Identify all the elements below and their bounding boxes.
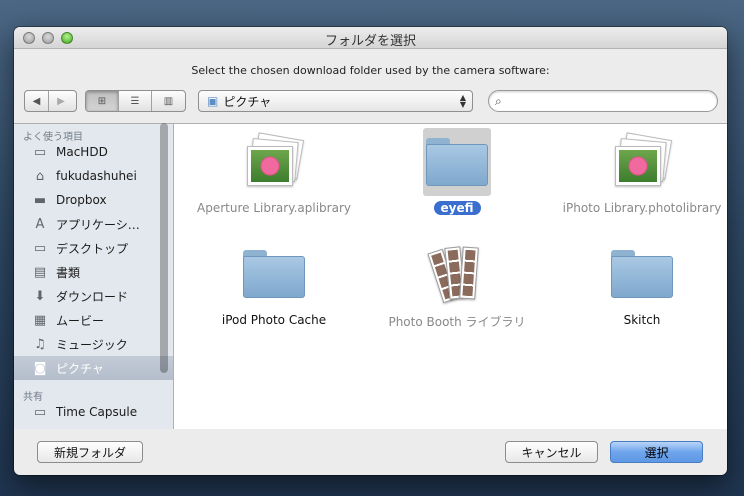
search-input[interactable] [505, 94, 717, 108]
documents-icon: ▤ [33, 264, 47, 280]
dialog-prompt: Select the chosen download folder used b… [191, 64, 550, 77]
sidebar-item[interactable]: ▬ Dropbox [14, 188, 173, 212]
view-mode-control: ⊞ ☰ ▥ [85, 90, 186, 112]
folder-icon: ▬ [33, 192, 47, 208]
folder-icon [240, 240, 308, 308]
camera-icon: ◙ [33, 360, 47, 376]
sidebar-section-header: よく使う項目 [23, 132, 83, 143]
sidebar-item[interactable]: ◙ ピクチャ [14, 356, 173, 380]
columns-icon: ▥ [163, 95, 174, 107]
sidebar-item-label: ダウンロード [56, 289, 129, 304]
music-icon: ♫ [34, 336, 46, 352]
forward-arrow-icon: ▶ [57, 95, 65, 107]
file-item[interactable]: iPod Photo Cache [189, 240, 359, 328]
sidebar-section-header: 共有 [23, 392, 43, 403]
cancel-button[interactable]: キャンセル [505, 441, 598, 463]
sidebar-item-label: ムービー [56, 313, 105, 328]
sidebar-item-label: MacHDD [56, 145, 108, 159]
location-label: ピクチャ [223, 94, 272, 109]
file-name: Photo Booth ライブラリ [388, 315, 526, 329]
file-item[interactable]: Aperture Library.aplibrary [189, 128, 359, 216]
list-view-button[interactable]: ☰ [119, 91, 152, 111]
photo-library-icon [240, 128, 308, 196]
sidebar-item[interactable]: ▭ デスクトップ [14, 236, 173, 260]
folder-icon: ▣ [207, 94, 219, 108]
photo-booth-icon [423, 240, 491, 308]
back-arrow-icon: ◀ [32, 95, 41, 107]
icon-view-button[interactable]: ⊞ [86, 91, 119, 111]
back-button[interactable]: ◀ [25, 91, 49, 111]
sidebar-item-label: 書類 [56, 265, 81, 280]
window-title: フォルダを選択 [324, 34, 416, 49]
search-icon: ⌕ [495, 93, 502, 108]
sidebar-item-label: Dropbox [56, 193, 107, 207]
grid-icon: ⊞ [97, 95, 107, 107]
sidebar-item[interactable]: ⌂ fukudashuhei [14, 164, 173, 188]
sidebar-item[interactable]: A アプリケーシ… [14, 212, 173, 236]
desktop-icon: ▭ [33, 240, 47, 256]
file-item[interactable]: iPhoto Library.photolibrary [557, 128, 727, 216]
applications-icon: A [35, 216, 45, 232]
photo-library-icon [608, 128, 676, 196]
file-name: eyefi [433, 201, 481, 215]
sidebar-item[interactable]: ▦ ムービー [14, 308, 173, 332]
file-browser: Aperture Library.aplibrary eyefi iPhoto Li… [173, 123, 727, 429]
file-name: iPhoto Library.photolibrary [562, 201, 722, 215]
toolbar: ◀ ▶ ⊞ ☰ ▥ ▣ ピクチャ ▲ ▼ ⌕ [24, 90, 718, 114]
sidebar-item[interactable]: ▤ 書類 [14, 260, 173, 284]
folder-icon [423, 128, 491, 196]
home-icon: ⌂ [35, 168, 45, 184]
folder-icon [608, 240, 676, 308]
file-item[interactable]: Skitch [557, 240, 727, 328]
sidebar-item-label: fukudashuhei [56, 169, 137, 183]
search-field[interactable]: ⌕ [488, 90, 718, 112]
forward-button[interactable]: ▶ [49, 91, 73, 111]
sidebar: よく使う項目 ▭ MacHDD ⌂ fukudashuhei ▬ Dropbox A アプリケー… [14, 123, 173, 429]
folder-chooser-dialog: フォルダを選択 Select the chosen download folde… [14, 27, 727, 475]
dialog-footer: 新規フォルダ キャンセル 選択 [14, 429, 727, 475]
download-icon: ⬇ [34, 288, 46, 304]
file-item[interactable]: Photo Booth ライブラリ [372, 240, 542, 330]
sidebar-item[interactable]: ♫ ミュージック [14, 332, 173, 356]
sidebar-item-label: アプリケーシ… [56, 217, 140, 232]
list-icon: ☰ [130, 95, 140, 107]
sidebar-item-label: ミュージック [56, 337, 128, 352]
movies-icon: ▦ [33, 312, 47, 328]
file-item[interactable]: eyefi [372, 128, 542, 216]
popup-arrows-icon: ▲ ▼ [459, 93, 466, 109]
sidebar-item-label: Time Capsule [56, 405, 138, 419]
sidebar-item[interactable]: ▭ Time Capsule [14, 400, 173, 424]
hard-drive-icon: ▭ [33, 144, 47, 160]
sidebar-item-label: デスクトップ [56, 241, 129, 256]
location-popup[interactable]: ▣ ピクチャ ▲ ▼ [198, 90, 473, 112]
time-capsule-icon: ▭ [33, 404, 47, 420]
back-forward-control: ◀ ▶ [24, 90, 77, 112]
title-bar: フォルダを選択 [14, 27, 727, 49]
file-name: Aperture Library.aplibrary [197, 201, 351, 215]
column-view-button[interactable]: ▥ [152, 91, 185, 111]
choose-button[interactable]: 選択 [610, 441, 703, 463]
file-name: iPod Photo Cache [221, 313, 327, 327]
sidebar-item[interactable]: ▭ MacHDD [14, 140, 173, 164]
file-name: Skitch [623, 313, 661, 327]
sidebar-item[interactable]: ⬇ ダウンロード [14, 284, 173, 308]
new-folder-button[interactable]: 新規フォルダ [37, 441, 143, 463]
sidebar-scrollbar[interactable] [160, 123, 168, 373]
sidebar-item-label: ピクチャ [56, 361, 104, 376]
